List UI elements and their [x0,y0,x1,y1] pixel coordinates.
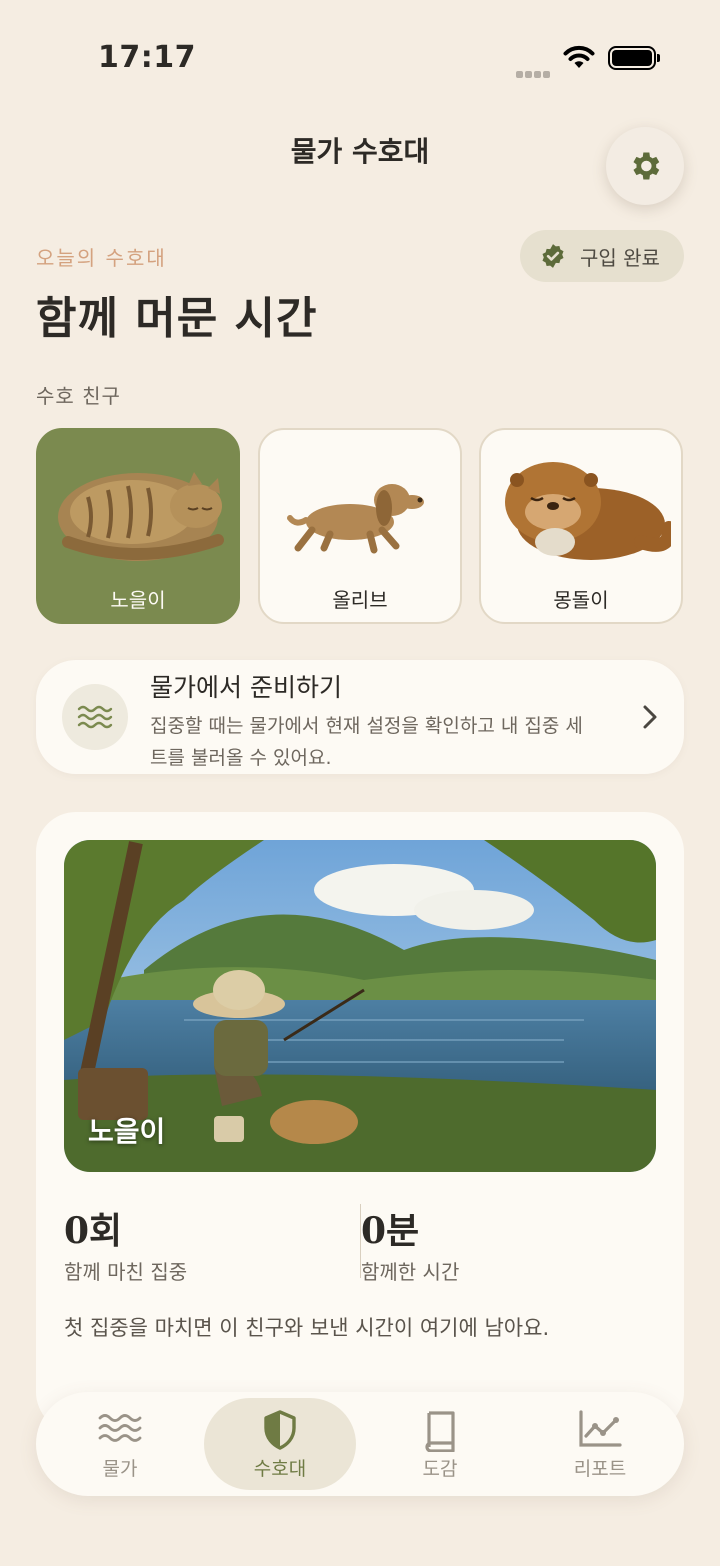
friend-card-olive[interactable]: 올리브 [258,428,462,624]
book-icon [425,1411,455,1452]
verified-icon [542,244,564,268]
status-bar: 17:17 [0,0,720,110]
friend-name: 올리브 [332,588,388,612]
gear-icon [633,152,660,180]
main-card: 노을이 0회 함께 마친 집중 0분 함께한 시간 첫 집중을 마치면 이 친구… [36,812,684,1432]
tab-waterside[interactable]: 물가 [44,1398,196,1490]
tab-label: 도감 [422,1458,458,1480]
waves-icon [62,684,128,750]
section-subtitle: 오늘의 수호대 [36,246,167,270]
shield-icon [264,1410,296,1450]
friends-label: 수호 친구 [36,384,121,408]
friend-card-mongdol[interactable]: 몽돌이 [479,428,683,624]
cat-image [58,472,224,561]
prep-card[interactable]: 물가에서 준비하기 집중할 때는 물가에서 현재 설정을 확인하고 내 집중 세… [36,660,684,774]
prep-desc: 집중할 때는 물가에서 현재 설정을 확인하고 내 집중 세트를 불러올 수 있… [150,715,583,769]
signal-icon [516,63,552,78]
tab-report[interactable]: 리포트 [524,1398,676,1490]
scene-image: 노을이 [64,840,656,1172]
friend-card-noeul[interactable]: 노을이 [36,428,240,624]
hint-text: 첫 집중을 마치면 이 친구와 보낸 시간이 여기에 남아요. [64,1316,550,1340]
time-total: 0분 [361,1210,420,1252]
dog-image [287,484,424,554]
sessions-count: 0회 [64,1210,123,1252]
prep-title: 물가에서 준비하기 [150,673,342,702]
waves-icon [98,1414,142,1442]
purchase-badge: 구입 완료 [520,230,684,282]
sessions-label: 함께 마친 집중 [64,1260,188,1284]
tab-label: 수호대 [253,1458,307,1480]
purchase-badge-label: 구입 완료 [580,245,660,270]
time-label: 함께한 시간 [361,1260,460,1284]
chevron-right-icon [643,705,657,729]
otter-image [505,462,671,560]
battery-icon [608,46,660,70]
friend-name: 노을이 [110,588,166,612]
tab-label: 리포트 [573,1458,627,1480]
tab-guardians[interactable]: 수호대 [204,1398,356,1490]
friend-name: 몽돌이 [553,588,609,612]
scene-label: 노을이 [88,1115,166,1148]
status-time: 17:17 [98,40,196,75]
chart-icon [579,1410,622,1447]
settings-button[interactable] [606,127,684,205]
tab-label: 물가 [102,1458,138,1480]
main-title: 함께 머문 시간 [36,293,318,344]
tab-collection[interactable]: 도감 [364,1398,516,1490]
wifi-icon [563,45,595,68]
tab-bar: 물가 수호대 도감 리포트 [36,1392,684,1496]
